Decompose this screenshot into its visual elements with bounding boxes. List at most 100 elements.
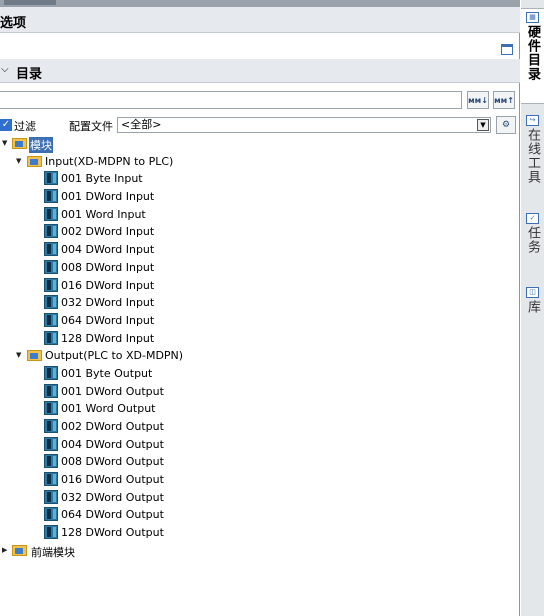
search-down-icon: ᴍᴍ↓ — [468, 95, 488, 105]
module-icon — [44, 507, 58, 522]
config-file-select[interactable]: <全部> ▼ — [117, 117, 491, 133]
tree-leaf-module[interactable]: 001 DWord Output — [0, 383, 520, 401]
tree-label: 016 DWord Output — [61, 473, 164, 487]
module-icon — [44, 436, 58, 451]
tree-label: 128 DWord Input — [61, 331, 155, 345]
tree-leaf-module[interactable]: 002 DWord Output — [0, 418, 520, 436]
module-icon — [44, 525, 58, 540]
collapse-arrow-icon[interactable]: ▶ — [2, 546, 11, 555]
module-icon — [44, 330, 58, 345]
module-icon — [44, 365, 58, 380]
module-icon — [44, 206, 58, 221]
tree-leaf-module[interactable]: 032 DWord Input — [0, 294, 520, 312]
tree-leaf-module[interactable]: 004 DWord Input — [0, 241, 520, 259]
tree-label: 002 DWord Input — [61, 225, 155, 239]
module-icon — [44, 489, 58, 504]
search-up-button[interactable]: ᴍᴍ↑ — [493, 91, 515, 109]
task-card-tabs: ▦ 硬件目录 ↪ 在线工具 ✓ 任务 ◫ 库 — [521, 0, 544, 616]
tree-leaf-module[interactable]: 016 DWord Output — [0, 471, 520, 489]
tree-node-frontend-modules[interactable]: ▶ 前端模块 — [0, 542, 520, 560]
tree-label: 128 DWord Output — [61, 526, 164, 540]
tab-label: 库 — [525, 300, 540, 314]
hardware-catalog-panel: 选项 ⌵ 目录 ᴍᴍ↓ ᴍᴍ↑ ✓ 过滤 配置文件 <全部> ▼ ⚙ ▼ 模块 … — [0, 7, 520, 616]
tree-leaf-module[interactable]: 004 DWord Output — [0, 436, 520, 454]
search-up-icon: ᴍᴍ↑ — [494, 95, 514, 105]
search-input[interactable] — [0, 91, 462, 109]
tree-leaf-module[interactable]: 016 DWord Input — [0, 277, 520, 295]
module-icon — [44, 259, 58, 274]
tab-hardware-catalog[interactable]: ▦ 硬件目录 — [521, 8, 544, 104]
tree-label: 008 DWord Output — [61, 455, 164, 469]
module-icon — [44, 224, 58, 239]
module-icon — [44, 171, 58, 186]
expand-arrow-icon[interactable]: ▼ — [2, 139, 11, 148]
tree-leaf-module[interactable]: 001 Byte Input — [0, 170, 520, 188]
tab-label: 硬件目录 — [525, 25, 540, 81]
tree-label: 001 Byte Output — [61, 366, 153, 380]
module-icon — [44, 401, 58, 416]
folder-icon — [27, 350, 42, 362]
tree-node-output-folder[interactable]: ▼ Output(PLC to XD-MDPN) — [0, 347, 520, 365]
tree-label: 004 DWord Output — [61, 437, 164, 451]
tree-leaf-module[interactable]: 008 DWord Output — [0, 453, 520, 471]
catalog-title: 目录 — [16, 67, 43, 82]
options-header[interactable]: 选项 — [0, 7, 520, 33]
tab-online-tools[interactable]: ↪ 在线工具 — [521, 112, 544, 200]
tree-leaf-module[interactable]: 128 DWord Input — [0, 330, 520, 348]
filter-label: 过滤 — [14, 120, 36, 133]
tab-tasks[interactable]: ✓ 任务 — [521, 210, 544, 276]
tree-label: 001 DWord Input — [61, 190, 155, 204]
folder-icon — [12, 544, 27, 556]
tree-label: 004 DWord Input — [61, 243, 155, 257]
expand-arrow-icon[interactable]: ▼ — [16, 157, 25, 166]
folder-icon — [27, 155, 42, 167]
settings-icon: ⚙ — [501, 120, 511, 130]
module-icon — [44, 312, 58, 327]
tree-label: 001 Word Output — [61, 402, 156, 416]
tree-node-modules[interactable]: ▼ 模块 — [0, 135, 520, 153]
tree-label: 001 Byte Input — [61, 172, 143, 186]
module-icon — [44, 472, 58, 487]
tab-label: 在线工具 — [525, 128, 540, 184]
library-icon: ◫ — [526, 287, 539, 298]
tree-label: 前端模块 — [31, 545, 75, 559]
tree-node-input-folder[interactable]: ▼ Input(XD-MDPN to PLC) — [0, 153, 520, 171]
tree-label: 001 DWord Output — [61, 384, 164, 398]
tree-label: 064 DWord Input — [61, 313, 155, 327]
chevron-down-icon[interactable]: ⌵ — [1, 64, 9, 75]
tab-library[interactable]: ◫ 库 — [521, 284, 544, 324]
tree-leaf-module[interactable]: 064 DWord Input — [0, 312, 520, 330]
tree-label: 002 DWord Output — [61, 420, 164, 433]
tree-leaf-module[interactable]: 128 DWord Output — [0, 524, 520, 542]
tree-leaf-module[interactable]: 032 DWord Output — [0, 489, 520, 507]
options-title: 选项 — [0, 16, 27, 31]
chevron-down-icon[interactable]: ▼ — [477, 119, 489, 131]
tree-label: Input(XD-MDPN to PLC) — [45, 154, 174, 168]
filter-checkbox[interactable]: ✓ — [0, 119, 12, 131]
filter-row: ✓ 过滤 配置文件 <全部> ▼ ⚙ — [0, 116, 520, 134]
tree-leaf-module[interactable]: 001 Byte Output — [0, 365, 520, 383]
search-down-button[interactable]: ᴍᴍ↓ — [467, 91, 489, 109]
tree-label: 064 DWord Output — [61, 508, 164, 522]
tree-leaf-module[interactable]: 001 Word Output — [0, 400, 520, 418]
module-icon — [44, 419, 58, 433]
restore-icon[interactable] — [501, 44, 513, 55]
tree-leaf-module[interactable]: 001 DWord Input — [0, 188, 520, 206]
profile-settings-button[interactable]: ⚙ — [496, 116, 516, 134]
tree-label: 016 DWord Input — [61, 278, 155, 292]
window-title-remnant — [4, 0, 56, 5]
tree-label: 008 DWord Input — [61, 260, 155, 274]
online-tools-icon: ↪ — [526, 115, 539, 126]
module-icon — [44, 454, 58, 469]
tree-leaf-module[interactable]: 064 DWord Output — [0, 506, 520, 524]
tree-leaf-module[interactable]: 001 Word Input — [0, 206, 520, 224]
expand-arrow-icon[interactable]: ▼ — [16, 351, 25, 360]
tree-leaf-module[interactable]: 002 DWord Input — [0, 223, 520, 241]
tree-label: 模块 — [29, 137, 53, 153]
tree-label: 032 DWord Output — [61, 490, 164, 504]
module-icon — [44, 277, 58, 292]
module-icon — [44, 242, 58, 257]
tree-leaf-module[interactable]: 008 DWord Input — [0, 259, 520, 277]
catalog-tree: ▼ 模块 ▼ Input(XD-MDPN to PLC) 001 Byte In… — [0, 135, 520, 560]
catalog-header[interactable]: ⌵ 目录 — [0, 59, 520, 83]
